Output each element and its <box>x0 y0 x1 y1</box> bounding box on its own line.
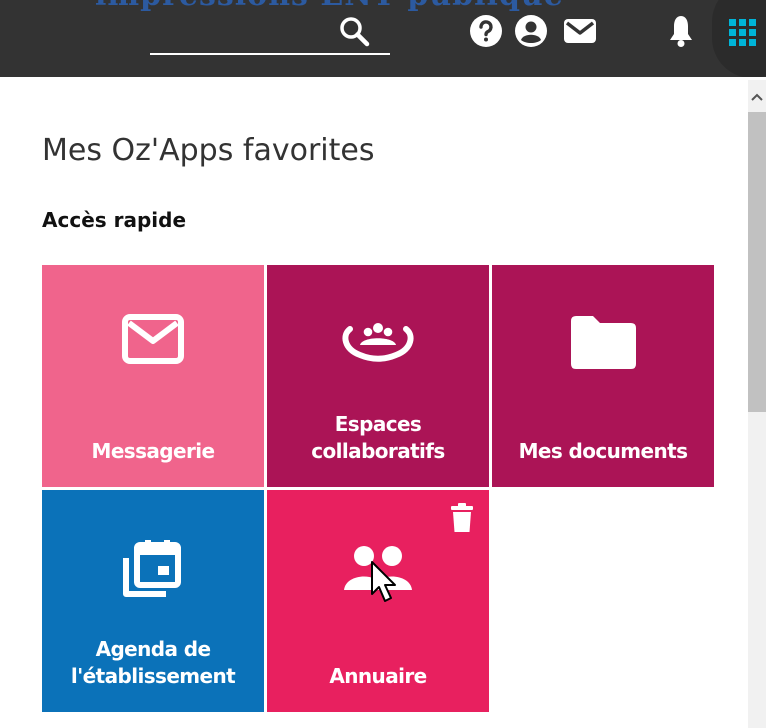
page-banner-title: lmpressions ENT publique <box>95 0 563 13</box>
page-title: Mes Oz'Apps favorites <box>42 133 375 168</box>
tile-espaces-collaboratifs[interactable]: Espaces collaboratifs <box>267 265 489 487</box>
tile-label: Espaces collaboratifs <box>311 412 445 463</box>
bell-icon[interactable] <box>664 14 698 48</box>
tile-label: Agenda de l'établissement <box>70 637 236 688</box>
tile-label: Annuaire <box>329 664 427 688</box>
top-bar: lmpressions ENT publique <box>0 0 766 77</box>
contacts-icon <box>267 544 489 594</box>
help-icon[interactable] <box>469 14 503 48</box>
apps-grid-icon[interactable] <box>728 18 758 48</box>
tile-label: Mes documents <box>518 439 688 463</box>
trash-icon[interactable] <box>450 503 474 533</box>
section-heading: Accès rapide <box>42 208 187 232</box>
scrollbar-thumb[interactable] <box>748 112 766 412</box>
mail-icon[interactable] <box>563 14 597 48</box>
tile-label: Messagerie <box>91 439 216 463</box>
folder-icon <box>492 313 714 371</box>
tile-annuaire[interactable]: Annuaire <box>267 490 489 712</box>
scroll-up-arrow-icon[interactable] <box>748 88 766 108</box>
user-icon[interactable] <box>514 14 548 48</box>
calendar-icon <box>42 538 264 600</box>
envelope-icon <box>42 313 264 365</box>
search-input[interactable] <box>150 53 390 55</box>
group-icon <box>267 319 489 363</box>
tile-agenda-etablissement[interactable]: Agenda de l'établissement <box>42 490 264 712</box>
search-icon[interactable] <box>334 12 374 52</box>
tile-mes-documents[interactable]: Mes documents <box>492 265 714 487</box>
tile-messagerie[interactable]: Messagerie <box>42 265 264 487</box>
